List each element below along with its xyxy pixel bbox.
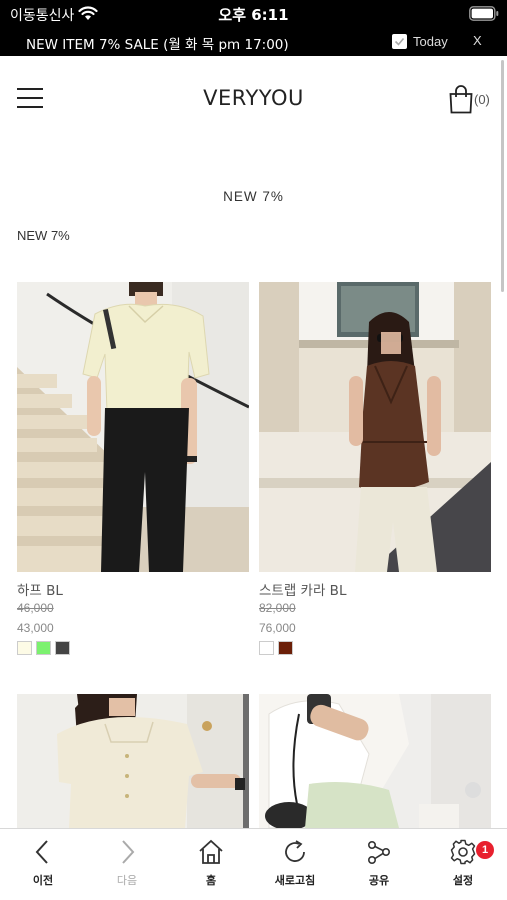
product-card[interactable]: 하프 BL 46,000 43,000 (17, 282, 249, 655)
shopping-bag-icon[interactable] (448, 84, 474, 114)
refresh-button[interactable]: 새로고침 (253, 829, 337, 900)
product-photo (259, 694, 491, 828)
product-image[interactable] (17, 694, 249, 828)
original-price: 82,000 (259, 601, 296, 615)
product-photo (17, 694, 249, 828)
original-price: 46,000 (17, 601, 54, 615)
promo-banner: NEW ITEM 7% SALE (월 화 목 pm 17:00) Today … (0, 28, 507, 56)
product-name[interactable]: 하프 BL (17, 579, 249, 599)
color-swatches (17, 641, 249, 655)
color-swatch[interactable] (259, 641, 274, 655)
color-swatches (259, 641, 491, 655)
refresh-label: 새로고침 (274, 874, 316, 887)
settings-label: 설정 (452, 874, 474, 887)
back-label: 이전 (32, 874, 54, 887)
product-image[interactable] (17, 282, 249, 572)
share-icon (367, 840, 390, 864)
section-title: NEW 7% (223, 189, 284, 204)
back-button[interactable]: 이전 (1, 829, 85, 900)
home-icon (199, 839, 223, 864)
category-label: NEW 7% (17, 228, 70, 243)
product-image[interactable] (259, 282, 491, 572)
notification-badge: 1 (476, 841, 494, 859)
product-card[interactable] (17, 694, 249, 828)
scrollbar[interactable] (501, 60, 504, 292)
product-card[interactable]: 스트랩 카라 BL 82,000 76,000 (259, 282, 491, 655)
close-banner-button[interactable]: X (473, 33, 482, 48)
battery-icon (469, 6, 499, 21)
site-header: VERYYOU (0) (0, 56, 507, 142)
settings-button[interactable]: 1 설정 (421, 829, 505, 900)
product-photo (17, 282, 249, 572)
forward-label: 다음 (116, 874, 138, 887)
brand-logo[interactable]: VERYYOU (0, 86, 507, 110)
status-bar: 이동통신사 오후 6:11 (0, 0, 507, 28)
color-swatch[interactable] (278, 641, 293, 655)
product-photo (259, 282, 491, 572)
today-label: Today (413, 34, 448, 49)
forward-button[interactable]: 다음 (85, 829, 169, 900)
color-swatch[interactable] (36, 641, 51, 655)
cart-count[interactable]: (0) (474, 92, 490, 107)
sale-price: 76,000 (259, 621, 296, 635)
product-name[interactable]: 스트랩 카라 BL (259, 579, 491, 599)
browser-toolbar: 이전 다음 홈 새로고침 공유 1 설정 (0, 828, 507, 900)
refresh-icon (285, 840, 305, 862)
home-label: 홈 (205, 874, 217, 887)
product-image[interactable] (259, 694, 491, 828)
clock: 오후 6:11 (218, 6, 289, 24)
today-checkbox[interactable] (392, 34, 407, 49)
product-card[interactable] (259, 694, 491, 828)
color-swatch[interactable] (55, 641, 70, 655)
sale-price: 43,000 (17, 621, 54, 635)
check-icon (394, 37, 405, 46)
share-button[interactable]: 공유 (337, 829, 421, 900)
share-label: 공유 (368, 874, 390, 887)
gear-icon (450, 839, 476, 865)
home-button[interactable]: 홈 (169, 829, 253, 900)
color-swatch[interactable] (17, 641, 32, 655)
promo-text: NEW ITEM 7% SALE (월 화 목 pm 17:00) (26, 37, 289, 53)
chevron-left-icon (35, 840, 48, 864)
chevron-right-icon (122, 840, 135, 864)
